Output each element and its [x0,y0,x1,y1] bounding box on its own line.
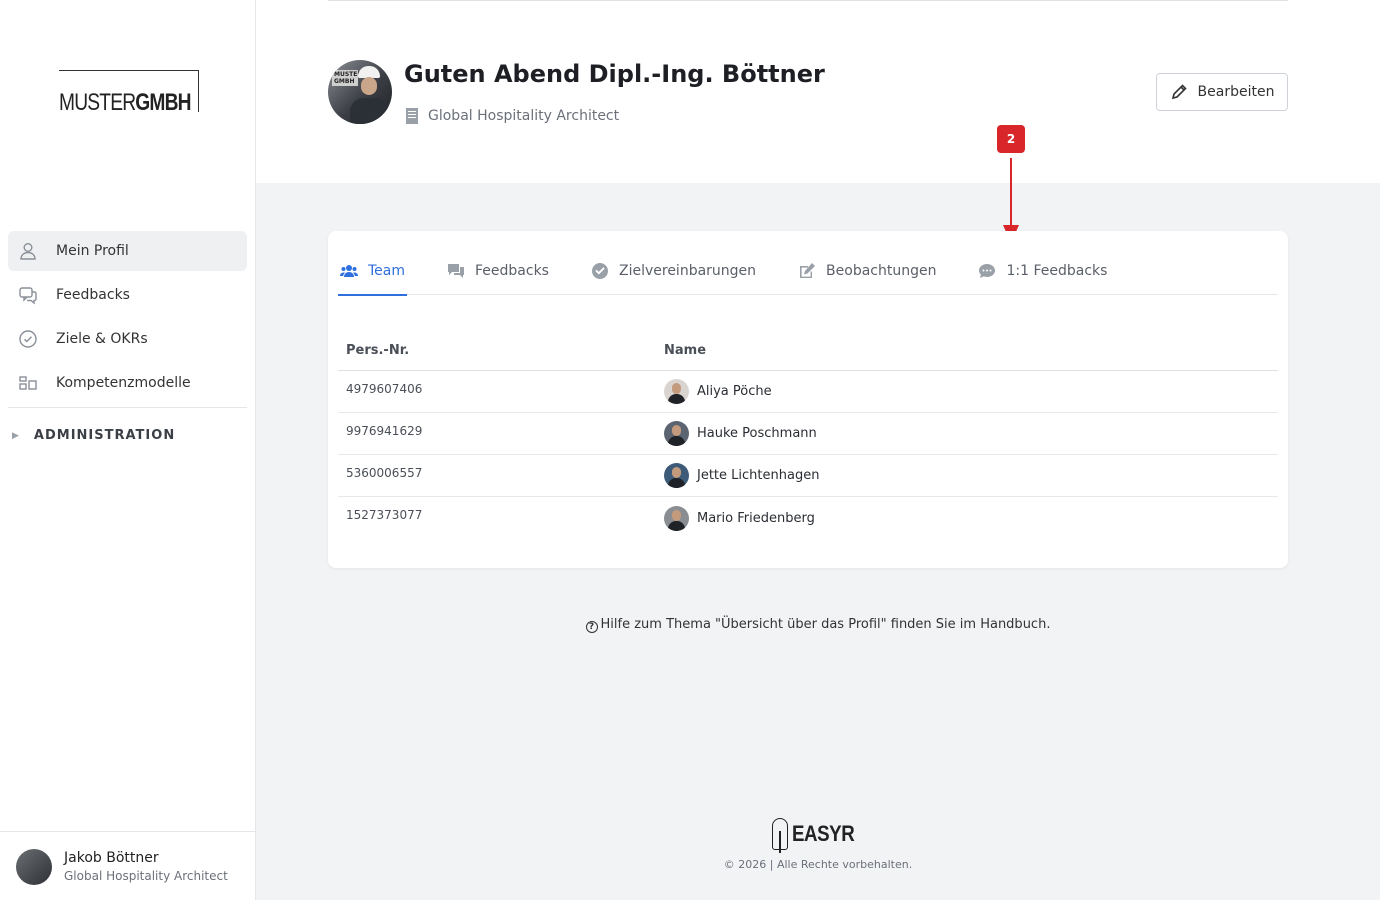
sidebar-item-label: Kompetenzmodelle [56,375,191,391]
table-row[interactable]: 1527373077 Mario Friedenberg [338,497,1278,539]
sidebar-item-label: Mein Profil [56,243,129,259]
avatar: MUSTER GMBH [328,60,392,124]
avatar [16,849,52,885]
user-profile-footer[interactable]: Jakob Böttner Global Hospitality Archite… [0,831,255,900]
tab-label: Team [368,263,406,279]
user-name: Jakob Böttner [64,850,159,866]
tab-beobachtungen[interactable]: Beobachtungen [796,247,938,295]
avatar-sign: MUSTER GMBH [332,70,362,86]
tab-bar: Team Feedbacks Zielvereinbarungen Beobac… [338,247,1278,296]
check-circle-icon [18,329,38,349]
avatar [664,421,689,446]
grid-icon [18,373,38,393]
sidebar-item-label: Feedbacks [56,287,130,303]
footer-logo: EASYR [772,818,865,853]
table-row[interactable]: 5360006557 Jette Lichtenhagen [338,455,1278,497]
pers-nr: 4979607406 [346,382,423,396]
member-name[interactable]: Jette Lichtenhagen [697,468,819,483]
users-icon [340,262,358,280]
tab-label: Feedbacks [475,263,549,279]
column-header-nr: Pers.-Nr. [346,343,410,358]
tab-zielvereinbarungen[interactable]: Zielvereinbarungen [589,247,758,295]
edit-icon [798,262,816,280]
avatar [664,505,689,531]
question-icon: ? [585,621,598,633]
divider [8,407,247,408]
edit-button[interactable]: Bearbeiten [1156,73,1288,111]
copyright: © 2026 | Alle Rechte vorbehalten. [723,858,913,871]
column-header-name: Name [664,343,707,358]
sidebar-item-mein-profil[interactable]: Mein Profil [8,231,247,271]
team-table: Pers.-Nr. Name 4979607406 Aliya Pöche 99… [338,331,1278,539]
pers-nr: 1527373077 [346,508,423,522]
user-role: Global Hospitality Architect [64,869,228,883]
tab-label: Zielvereinbarungen [618,263,757,279]
divider [328,0,1288,1]
member-name[interactable]: Aliya Pöche [697,384,772,399]
building-icon [406,108,418,124]
speech-icon [978,262,996,280]
triangle-right-icon: ▶ [12,430,20,441]
avatar [664,463,689,488]
check-circle-icon [591,262,609,280]
help-link[interactable]: ? Hilfe zum Thema "Übersicht über das Pro… [256,617,1380,633]
member-name[interactable]: Hauke Poschmann [697,426,817,441]
sidebar: MUSTERGMBH Mein Profil Feedbacks Ziele &… [0,0,256,900]
table-header: Pers.-Nr. Name [338,331,1278,371]
chat-bubbles-icon [18,285,38,305]
table-row[interactable]: 9976941629 Hauke Poschmann [338,413,1278,455]
sidebar-nav: Mein Profil Feedbacks Ziele & OKRs Kompe… [8,231,247,407]
annotation-arrow [1010,158,1012,228]
sidebar-admin-toggle[interactable]: ▶ ADMINISTRATION [12,428,175,443]
sidebar-item-kompetenzmodelle[interactable]: Kompetenzmodelle [8,363,247,403]
subtitle: Global Hospitality Architect [406,108,619,124]
team-card: Team Feedbacks Zielvereinbarungen Beobac… [328,231,1288,568]
comments-icon [447,262,465,280]
admin-label: ADMINISTRATION [33,428,176,443]
company-logo[interactable]: MUSTERGMBH [59,70,199,116]
user-icon [18,241,38,261]
profile-header: MUSTER GMBH Guten Abend Dipl.-Ing. Böttn… [256,0,1380,183]
tab-1-1-feedbacks[interactable]: 1:1 Feedbacks [976,247,1109,295]
annotation-badge: 2 [997,125,1025,153]
sidebar-item-feedbacks[interactable]: Feedbacks [8,275,247,315]
edit-button-label: Bearbeiten [1197,84,1275,100]
tab-label: Beobachtungen [826,263,937,279]
pers-nr: 5360006557 [346,466,423,480]
job-title: Global Hospitality Architect [428,108,620,124]
pers-nr: 9976941629 [346,424,423,438]
footer-logo-text: EASYR [792,821,855,846]
table-row[interactable]: 4979607406 Aliya Pöche [338,371,1278,413]
member-name[interactable]: Mario Friedenberg [697,511,815,526]
tab-feedbacks[interactable]: Feedbacks [445,247,551,295]
sidebar-item-label: Ziele & OKRs [56,331,148,347]
page-title: Guten Abend Dipl.-Ing. Böttner [404,60,825,88]
easyr-logo-icon [772,818,788,853]
pencil-icon [1171,84,1187,100]
avatar [664,379,689,404]
tab-label: 1:1 Feedbacks [1006,263,1108,279]
sidebar-item-ziele-okrs[interactable]: Ziele & OKRs [8,319,247,359]
tab-team[interactable]: Team [338,247,408,296]
help-text: Hilfe zum Thema "Übersicht über das Prof… [600,617,1051,632]
